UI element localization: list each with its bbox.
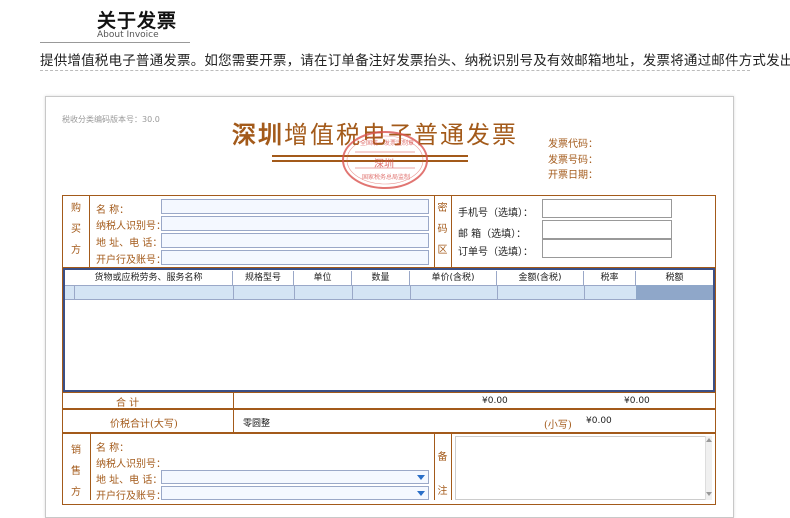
sum-divider — [233, 392, 234, 409]
sum-row — [62, 392, 716, 409]
col-header-tax: 税额 — [665, 273, 684, 283]
code-divider — [451, 195, 452, 268]
remark-scrollbar[interactable] — [705, 436, 712, 500]
row-divider — [497, 285, 498, 300]
row-divider — [294, 285, 295, 300]
seller-name-label: 名 称： — [96, 443, 130, 454]
buyer-side-label: 购买方 — [71, 203, 81, 256]
seller-taxid-label: 纳税人识别号： — [96, 459, 166, 470]
col-header-spec: 规格型号 — [233, 271, 294, 285]
order-input[interactable] — [542, 239, 672, 258]
col-header-qty: 数量 — [352, 271, 410, 285]
buyer-address-input[interactable] — [161, 233, 429, 248]
invoice-title-city: 深圳 — [232, 120, 284, 149]
caps-total-label: 价税合计(大写) — [110, 419, 178, 430]
buyer-taxid-label: 纳税人识别号： — [96, 221, 166, 232]
seal-city-text: 深圳 — [374, 159, 394, 170]
col-header-unit: 单位 — [294, 271, 352, 285]
seller-side-divider — [90, 433, 91, 500]
row-divider — [410, 285, 411, 300]
seller-bank-select[interactable] — [161, 486, 429, 500]
remark-divider — [451, 433, 452, 500]
sum-label: 合 计 — [116, 398, 140, 409]
section-title: 关于发票 — [97, 10, 178, 32]
chevron-down-icon[interactable] — [417, 491, 425, 496]
buyer-bank-input[interactable] — [161, 250, 429, 265]
code-area-label: 密码区 — [437, 203, 448, 256]
sum-amount: ¥0.00 — [482, 396, 508, 406]
seal-bottom-text: 国家税务总局监制 — [362, 174, 411, 181]
invoice-date-label: 开票日期： — [548, 170, 598, 181]
order-label: 订单号（选填）： — [458, 247, 533, 258]
scroll-down-icon[interactable] — [706, 492, 712, 496]
remark-label: 备注 — [437, 452, 448, 497]
small-total-value: ¥0.00 — [586, 416, 612, 426]
invoice-code-label: 发票代码： — [548, 139, 598, 150]
buyer-address-label: 地 址、电 话： — [96, 238, 163, 249]
small-total-label: (小写) — [544, 420, 572, 431]
row-divider — [352, 285, 353, 300]
phone-input[interactable] — [542, 199, 672, 218]
buyer-taxid-input[interactable] — [161, 216, 429, 231]
buyer-name-input[interactable] — [161, 199, 429, 214]
total-divider — [233, 409, 234, 433]
seller-address-label: 地 址、电 话： — [96, 475, 163, 486]
caps-total-value: 零圆整 — [243, 419, 271, 429]
dotted-divider — [40, 70, 750, 71]
phone-label: 手机号（选填）： — [458, 208, 533, 219]
chevron-down-icon[interactable] — [417, 475, 425, 480]
remark-textarea[interactable] — [455, 436, 712, 500]
buyer-name-label: 名 称： — [96, 205, 130, 216]
sum-tax: ¥0.00 — [624, 396, 650, 406]
col-header-name: 货物或应税劳务、服务名称 — [65, 271, 233, 285]
scroll-up-icon[interactable] — [706, 438, 712, 442]
col-header-price: 单价(含税) — [410, 271, 497, 285]
invoice-intro-text: 提供增值税电子普通发票。如您需要开票，请在订单备注好发票抬头、纳税识别号及有效邮… — [40, 53, 790, 69]
email-input[interactable] — [542, 220, 672, 239]
seller-side-label: 销售方 — [71, 445, 81, 498]
row-divider — [584, 285, 585, 300]
row-divider — [233, 285, 234, 300]
invoice-number-label: 发票号码： — [548, 155, 598, 166]
buyer-bank-label: 开户行及账号： — [96, 255, 166, 266]
seal-top-text: 全国统一发票监制章 — [360, 140, 415, 147]
goods-row[interactable] — [65, 285, 713, 300]
col-header-rate: 税率 — [584, 271, 636, 285]
seller-address-select[interactable] — [161, 470, 429, 484]
email-label: 邮 箱（选填）： — [458, 229, 527, 240]
version-text: 税收分类编码版本号：30.0 — [62, 115, 160, 124]
col-header-amount: 金额(含税) — [497, 271, 584, 285]
row-handle[interactable] — [65, 285, 75, 300]
title-underline — [40, 42, 190, 43]
tax-cell-selected[interactable] — [636, 285, 713, 300]
section-subtitle: About Invoice — [97, 30, 159, 40]
